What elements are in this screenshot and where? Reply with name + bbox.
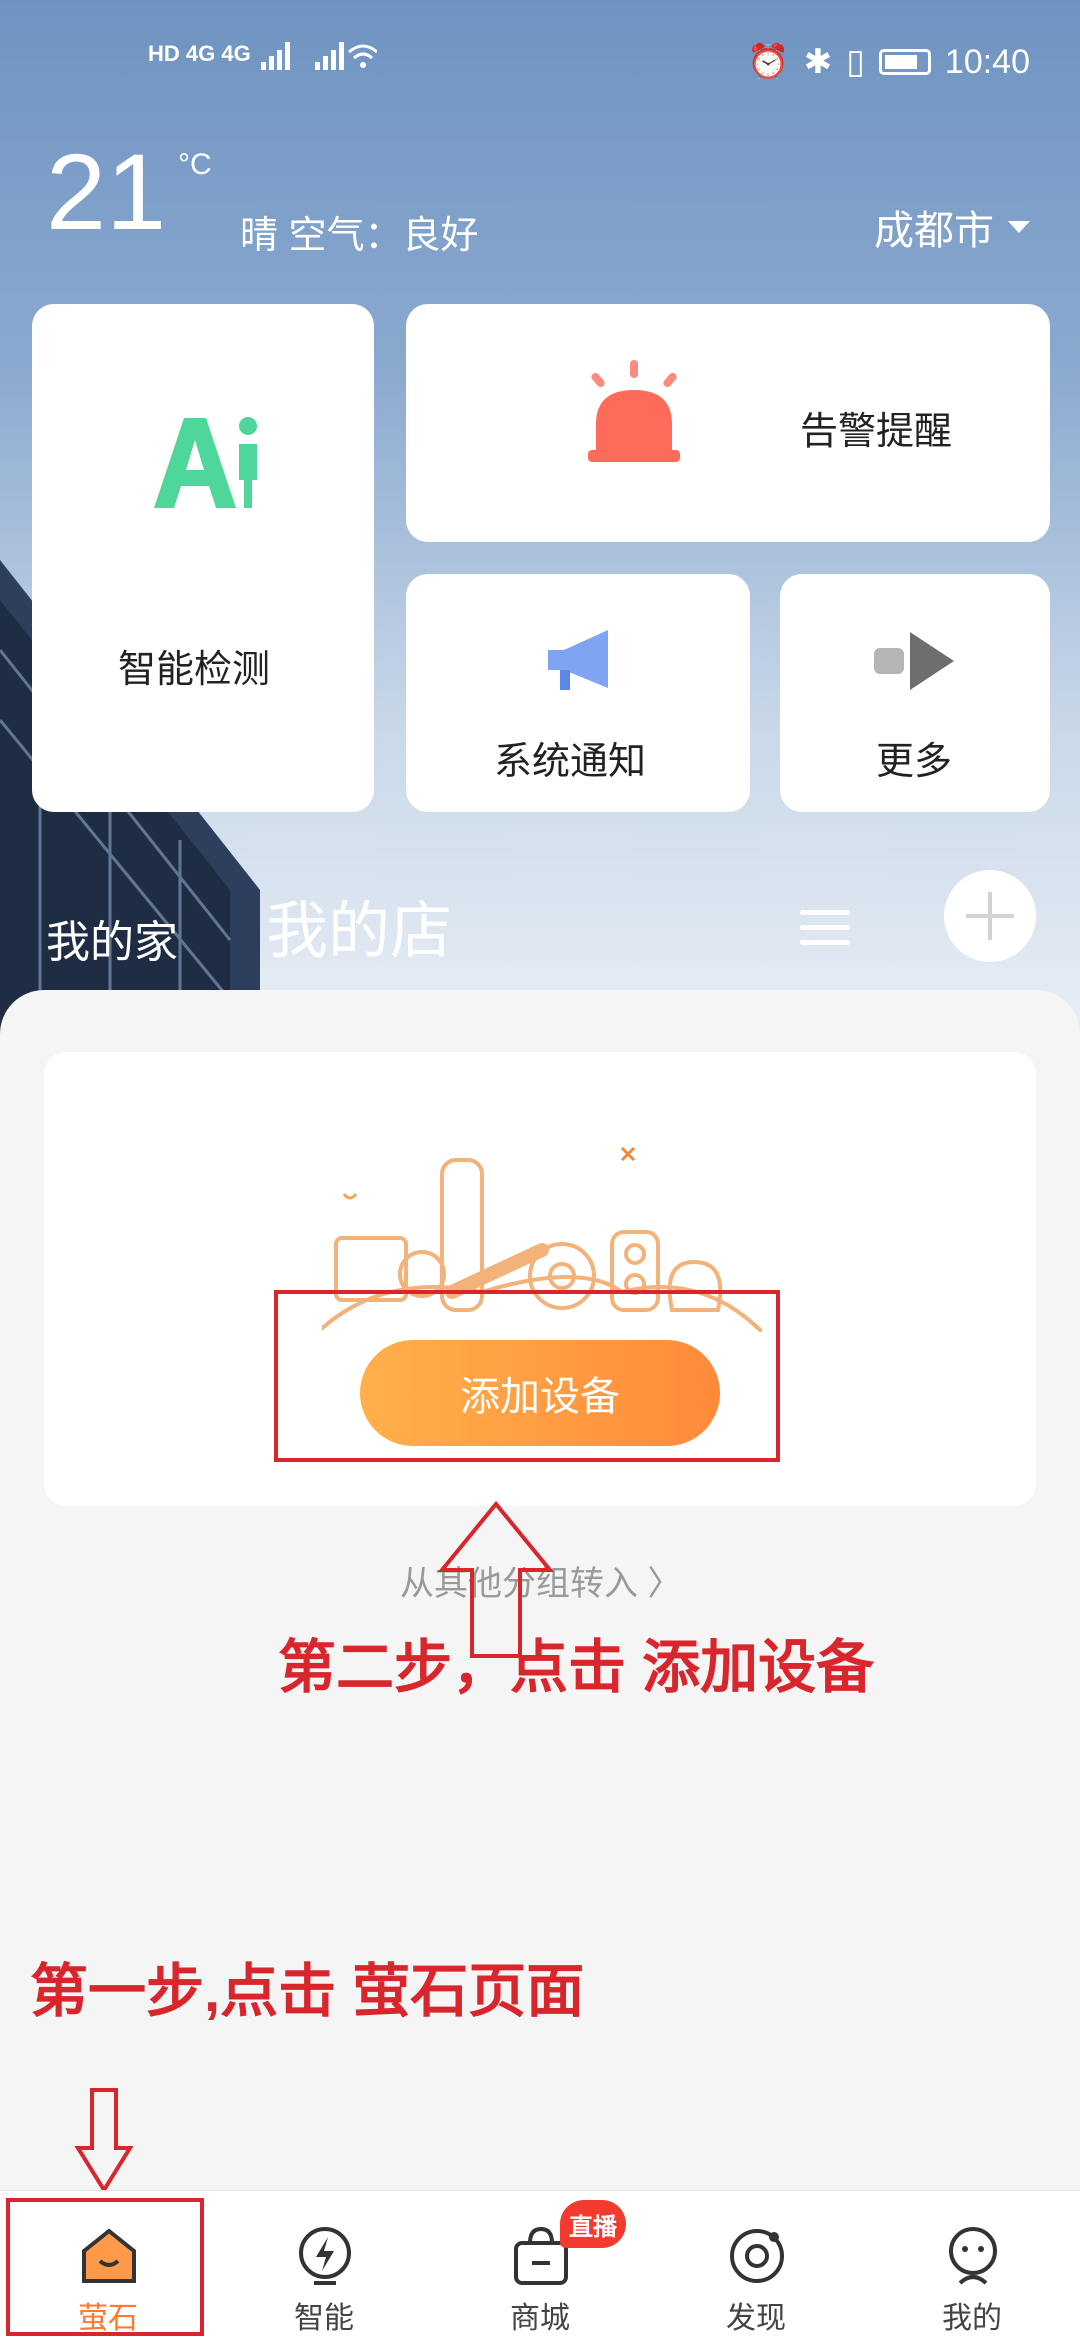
highlight-box-ezviz-tab [6, 2198, 204, 2336]
tab-my-shop[interactable]: 我的店 [266, 880, 452, 970]
network-indicator: HD 4G 4G [148, 38, 378, 72]
ai-icon [154, 417, 257, 508]
nav-discover[interactable]: 发现 [648, 2191, 864, 2341]
nav-label-discover: 发现 [726, 2302, 786, 2335]
card-alarm[interactable]: 告警提醒 [406, 304, 1050, 542]
step-one-annotation: 第一步,点击 萤石页面 [30, 1959, 585, 2024]
tab-my-home[interactable]: 我的家 [46, 906, 178, 970]
notice-label: 系统通知 [494, 741, 647, 783]
menu-icon[interactable] [800, 910, 850, 946]
step-two-annotation: 第二步，点击 添加设备 [278, 1635, 875, 1700]
megaphone-icon [548, 630, 608, 690]
nav-label-smart: 智能 [294, 2302, 354, 2335]
alarm-label: 告警提醒 [800, 411, 953, 453]
profile-icon [949, 2227, 997, 2285]
bluetooth-icon: ✱ [803, 43, 833, 81]
battery-icon [878, 49, 931, 75]
temperature-unit: °C [178, 148, 212, 181]
card-more[interactable]: 更多 [780, 574, 1050, 812]
clock-time: 10:40 [944, 42, 1030, 81]
alarm-clock-icon: ⏰ [747, 43, 790, 81]
alarm-siren-icon [588, 360, 680, 462]
dropdown-caret-icon [1008, 221, 1030, 233]
city-label: 成都市 [874, 209, 994, 253]
weather-description: 晴 空气：良好 [240, 215, 479, 257]
down-arrow-annotation [74, 2088, 134, 2194]
status-bar: HD 4G 4G ⏰ ✱ ▯ 10:40 [0, 0, 1080, 130]
vibrate-icon: ▯ [846, 43, 865, 81]
status-right: ⏰ ✱ ▯ 10:40 [747, 42, 1030, 82]
nav-mine[interactable]: 我的 [864, 2191, 1080, 2341]
more-label: 更多 [876, 741, 953, 783]
nav-label-shop: 商城 [510, 2302, 570, 2335]
smart-bolt-icon [299, 2227, 351, 2285]
nav-label-mine: 我的 [942, 2302, 1002, 2335]
card-ai-detection[interactable]: 智能检测 [32, 304, 374, 812]
more-arrow-icon [874, 632, 954, 690]
signal-icon [260, 42, 378, 70]
add-group-button[interactable] [944, 870, 1036, 962]
group-tabs: 我的家 我的店 [0, 870, 1080, 990]
nav-smart[interactable]: 智能 [216, 2191, 432, 2341]
city-selector[interactable]: 成都市 [874, 198, 1030, 256]
live-badge: 直播 [560, 2200, 626, 2248]
highlight-box-add-device [274, 1290, 780, 1462]
card-system-notice[interactable]: 系统通知 [406, 574, 750, 812]
discover-icon [730, 2229, 784, 2283]
weather-temperature: 21 [46, 131, 167, 252]
ai-detect-label: 智能检测 [118, 649, 271, 691]
